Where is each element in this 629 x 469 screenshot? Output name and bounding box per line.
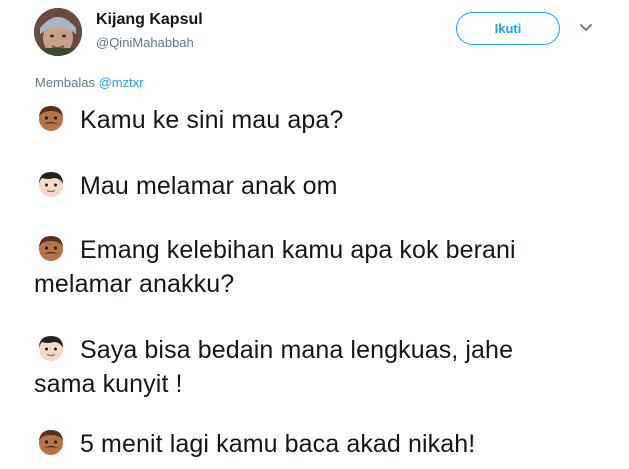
dialogue-line-continuation: melamar anakku?	[34, 270, 235, 298]
dialogue-text: Kamu ke sini mau apa?	[80, 106, 344, 134]
dialogue-line: Kamu ke sini mau apa?	[34, 102, 343, 138]
dialogue-text: Saya bisa bedain mana lengkuas, jahe	[80, 336, 514, 364]
reply-mention-link[interactable]: @mztxr	[99, 75, 144, 90]
dialogue-line-continuation: sama kunyit !	[34, 370, 183, 398]
more-options-chevron-down-icon[interactable]	[578, 20, 594, 36]
dialogue-line: Saya bisa bedain mana lengkuas, jahe	[34, 332, 513, 368]
man-dark-skin-mustache-icon	[34, 103, 68, 133]
dialogue-line: Emang kelebihan kamu apa kok berani	[34, 232, 516, 268]
dialogue-line: 5 menit lagi kamu baca akad nikah!	[34, 426, 475, 462]
author-handle[interactable]: @QiniMahabbah	[96, 35, 194, 50]
avatar[interactable]	[34, 8, 82, 56]
reply-context: Membalas @mztxr	[35, 75, 144, 90]
dialogue-line: Mau melamar anak om	[34, 168, 338, 204]
man-dark-skin-mustache-icon	[34, 233, 68, 263]
follow-button[interactable]: Ikuti	[456, 12, 560, 45]
boy-light-skin-icon	[34, 169, 68, 199]
reply-prefix: Membalas	[35, 75, 95, 90]
dialogue-text: Emang kelebihan kamu apa kok berani	[80, 236, 516, 264]
dialogue-text: Mau melamar anak om	[80, 172, 338, 200]
author-name[interactable]: Kijang Kapsul	[96, 11, 203, 29]
man-dark-skin-mustache-icon	[34, 427, 68, 457]
dialogue-text: 5 menit lagi kamu baca akad nikah!	[80, 430, 476, 458]
boy-light-skin-icon	[34, 333, 68, 363]
avatar-photo	[34, 8, 82, 56]
